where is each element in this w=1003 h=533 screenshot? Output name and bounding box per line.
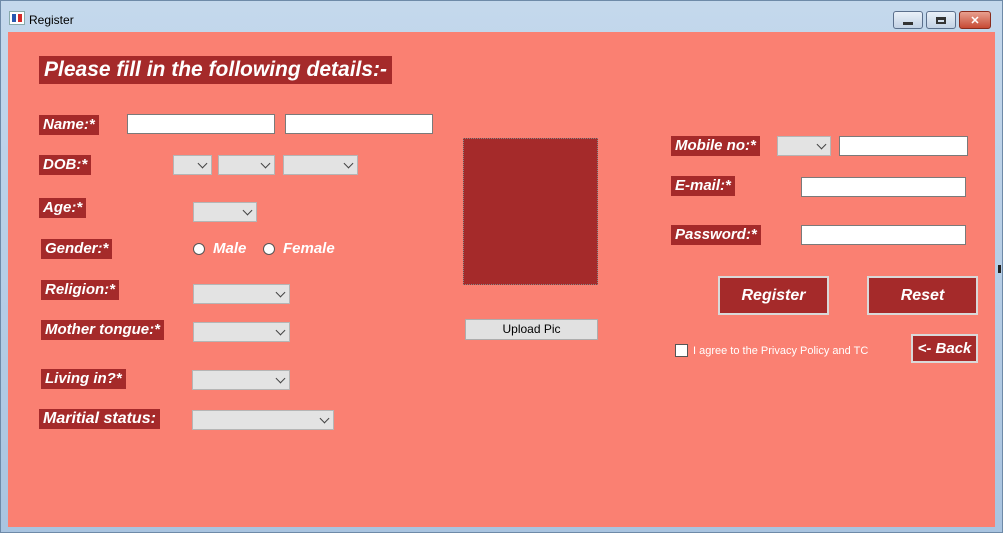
dob-day-dropdown[interactable] xyxy=(173,155,212,175)
name-label: Name:* xyxy=(39,115,99,135)
chevron-down-icon xyxy=(816,139,827,150)
email-input[interactable] xyxy=(801,177,966,197)
chevron-down-icon xyxy=(260,158,271,169)
mother-tongue-dropdown[interactable] xyxy=(193,322,290,342)
marital-status-dropdown[interactable] xyxy=(192,410,334,430)
gender-male-radio[interactable] xyxy=(193,243,205,255)
dob-month-dropdown[interactable] xyxy=(218,155,275,175)
upload-pic-button[interactable]: Upload Pic xyxy=(465,319,598,340)
chevron-down-icon xyxy=(275,287,286,298)
chevron-down-icon xyxy=(242,205,253,216)
gender-female-radio[interactable] xyxy=(263,243,275,255)
gender-label: Gender:* xyxy=(41,239,113,259)
maximize-icon xyxy=(927,12,955,28)
gender-male-label: Male xyxy=(213,240,247,257)
window-title: Register xyxy=(29,13,74,27)
mobile-code-dropdown[interactable] xyxy=(777,136,831,156)
close-button[interactable]: ✕ xyxy=(959,11,991,29)
agree-checkbox[interactable] xyxy=(675,344,688,357)
religion-label: Religion:* xyxy=(41,280,119,300)
gender-female-label: Female xyxy=(283,240,335,257)
minimize-button[interactable] xyxy=(893,11,923,29)
mobile-label: Mobile no:* xyxy=(671,136,760,156)
app-icon xyxy=(9,11,25,25)
chevron-down-icon xyxy=(275,325,286,336)
living-in-dropdown[interactable] xyxy=(192,370,290,390)
agree-label: I agree to the Privacy Policy and TC xyxy=(693,345,869,357)
mobile-input[interactable] xyxy=(839,136,968,156)
reset-button[interactable]: Reset xyxy=(867,276,978,315)
age-label: Age:* xyxy=(39,198,87,218)
maximize-button[interactable] xyxy=(926,11,956,29)
dob-year-dropdown[interactable] xyxy=(283,155,358,175)
close-icon: ✕ xyxy=(970,14,980,27)
title-bar: Register ✕ xyxy=(1,1,1002,31)
mother-tongue-label: Mother tongue:* xyxy=(41,320,164,340)
first-name-input[interactable] xyxy=(127,114,275,134)
email-label: E-mail:* xyxy=(671,176,735,196)
password-input[interactable] xyxy=(801,225,966,245)
register-window: Register ✕ Please fill in the following … xyxy=(0,0,1003,533)
chevron-down-icon xyxy=(319,413,330,424)
register-button[interactable]: Register xyxy=(718,276,829,315)
form-area: Please fill in the following details:- N… xyxy=(8,32,995,527)
window-edge-marker xyxy=(998,265,1001,273)
age-dropdown[interactable] xyxy=(193,202,257,222)
profile-picture-box xyxy=(463,138,598,285)
back-button[interactable]: <- Back xyxy=(911,334,978,363)
dob-label: DOB:* xyxy=(39,155,92,175)
religion-dropdown[interactable] xyxy=(193,284,290,304)
password-label: Password:* xyxy=(671,225,761,245)
minimize-icon xyxy=(894,12,922,28)
chevron-down-icon xyxy=(275,373,286,384)
living-in-label: Living in?* xyxy=(41,369,126,389)
marital-status-label: Maritial status: xyxy=(39,409,160,429)
last-name-input[interactable] xyxy=(285,114,433,134)
form-heading: Please fill in the following details:- xyxy=(39,56,393,84)
chevron-down-icon xyxy=(343,158,354,169)
chevron-down-icon xyxy=(197,158,208,169)
